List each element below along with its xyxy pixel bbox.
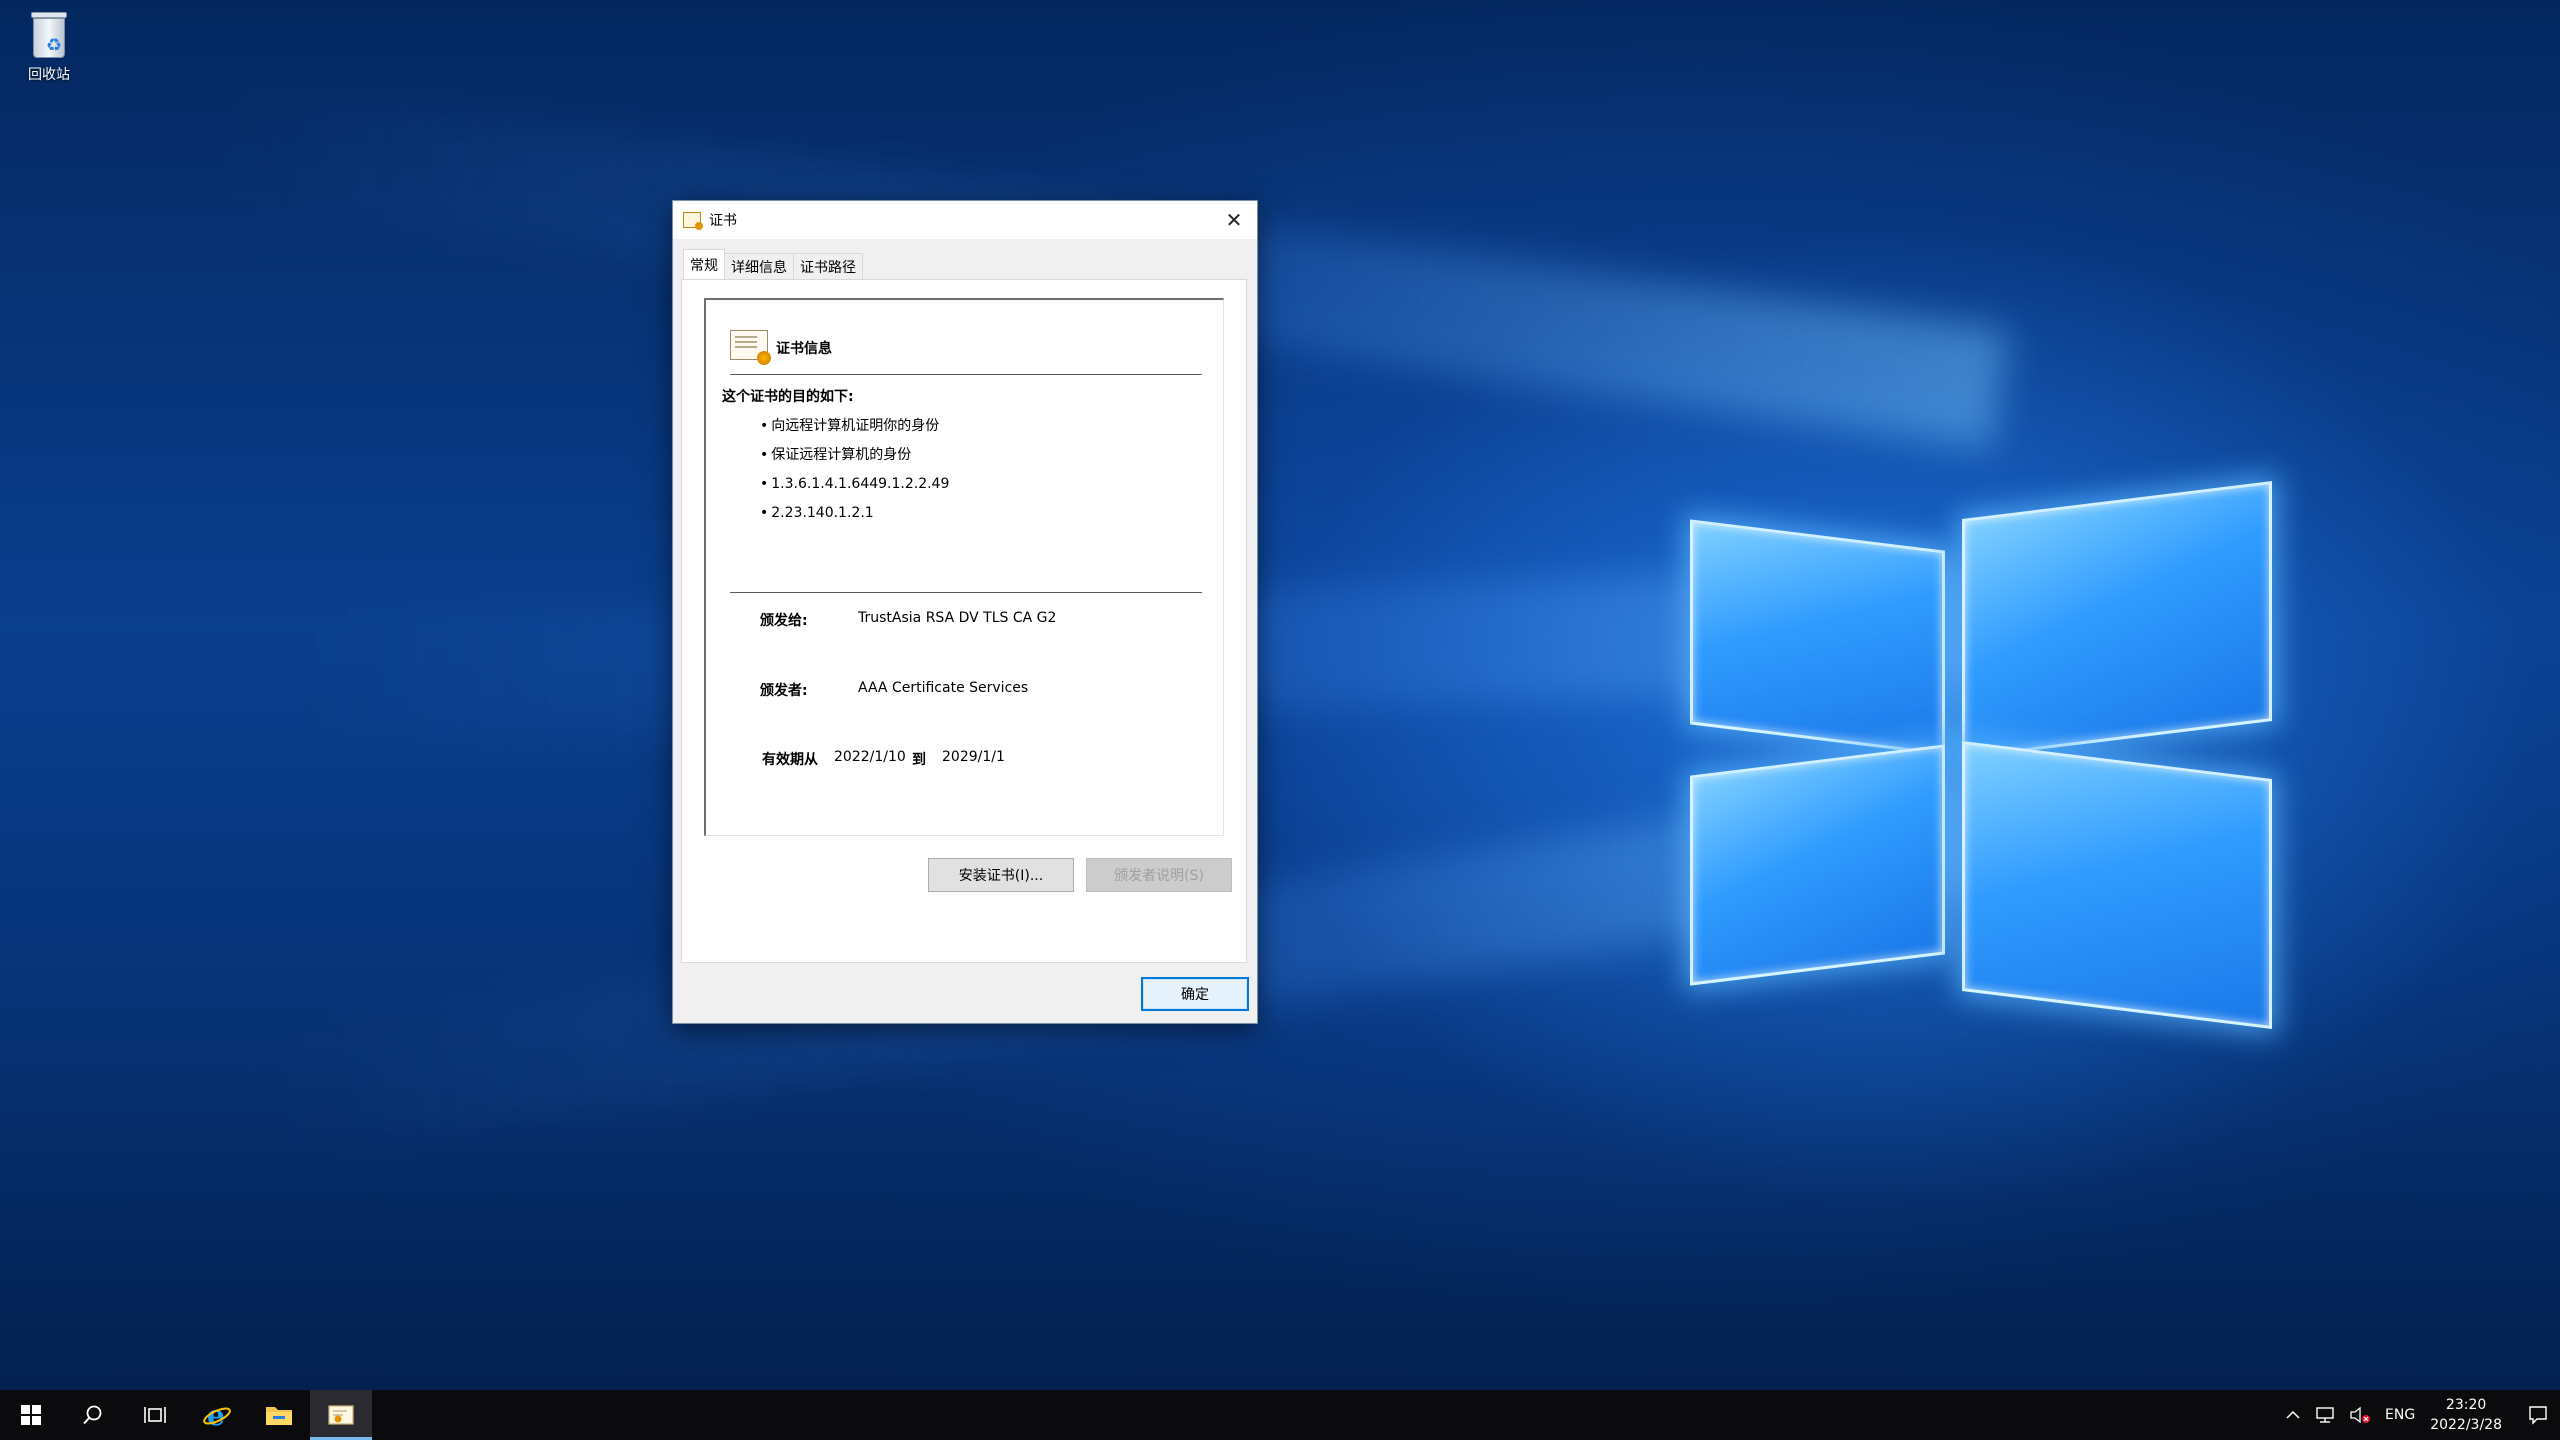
chevron-up-icon bbox=[2286, 1410, 2300, 1419]
ie-icon: e bbox=[203, 1400, 231, 1430]
purpose-item: 2.23.140.1.2.1 bbox=[760, 503, 949, 532]
folder-icon bbox=[266, 1407, 292, 1425]
network-button[interactable] bbox=[2315, 1406, 2335, 1424]
install-certificate-button[interactable]: 安装证书(I)... bbox=[928, 858, 1074, 892]
internet-explorer-button[interactable]: e bbox=[186, 1390, 248, 1440]
search-icon bbox=[83, 1405, 102, 1425]
dialog-title: 证书 bbox=[709, 213, 737, 229]
recycle-bin-icon: ♻ bbox=[27, 10, 71, 60]
clock-date: 2022/3/28 bbox=[2430, 1417, 2502, 1433]
valid-to-value: 2029/1/1 bbox=[942, 749, 1005, 765]
issued-by-value: AAA Certificate Services bbox=[858, 680, 1029, 696]
purpose-list: 向远程计算机证明你的身份 保证远程计算机的身份 1.3.6.1.4.1.6449… bbox=[760, 416, 949, 532]
issued-by-label: 颁发者: bbox=[760, 683, 808, 699]
certificate-taskbar-button[interactable] bbox=[310, 1390, 372, 1440]
tab-details[interactable]: 详细信息 bbox=[724, 253, 794, 279]
tab-general[interactable]: 常规 bbox=[683, 249, 725, 279]
windows-logo-icon bbox=[21, 1405, 41, 1425]
certificate-icon bbox=[328, 1405, 354, 1425]
tab-panel-general: 证书信息 这个证书的目的如下: 向远程计算机证明你的身份 保证远程计算机的身份 … bbox=[681, 279, 1247, 963]
taskbar: e ENG 23:20 2022/3/28 bbox=[0, 1390, 2560, 1440]
tab-certification-path[interactable]: 证书路径 bbox=[793, 253, 863, 279]
purpose-item: 向远程计算机证明你的身份 bbox=[760, 416, 949, 445]
input-language-button[interactable]: ENG bbox=[2385, 1407, 2415, 1423]
volume-muted-icon bbox=[2350, 1406, 2371, 1424]
show-hidden-icons-button[interactable] bbox=[2285, 1410, 2301, 1420]
action-center-button[interactable] bbox=[2516, 1390, 2560, 1440]
ok-button[interactable]: 确定 bbox=[1141, 977, 1249, 1011]
certificate-info-box: 证书信息 这个证书的目的如下: 向远程计算机证明你的身份 保证远程计算机的身份 … bbox=[704, 298, 1224, 836]
task-view-icon bbox=[144, 1407, 166, 1423]
close-button[interactable]: ✕ bbox=[1211, 201, 1257, 239]
divider bbox=[730, 374, 1202, 375]
purpose-item: 保证远程计算机的身份 bbox=[760, 445, 949, 474]
validity-label: 有效期从 bbox=[762, 752, 818, 768]
purpose-item: 1.3.6.1.4.1.6449.1.2.2.49 bbox=[760, 474, 949, 503]
windows-logo-light bbox=[1670, 455, 2290, 1055]
purpose-title: 这个证书的目的如下: bbox=[722, 389, 854, 405]
tab-bar: 常规 详细信息 证书路径 bbox=[683, 249, 863, 279]
task-view-button[interactable] bbox=[124, 1390, 186, 1440]
issued-to-value: TrustAsia RSA DV TLS CA G2 bbox=[858, 610, 1057, 626]
desktop-icon-label: 回收站 bbox=[28, 67, 70, 83]
divider bbox=[730, 592, 1202, 593]
validity-to-word: 到 bbox=[912, 752, 926, 768]
file-explorer-button[interactable] bbox=[248, 1390, 310, 1440]
desktop-icon-recycle-bin[interactable]: ♻ 回收站 bbox=[12, 6, 86, 92]
start-button[interactable] bbox=[0, 1390, 62, 1440]
certificate-info-icon bbox=[730, 330, 771, 365]
close-icon: ✕ bbox=[1225, 208, 1243, 232]
search-button[interactable] bbox=[62, 1390, 124, 1440]
issuer-statement-button[interactable]: 颁发者说明(S) bbox=[1086, 858, 1232, 892]
clock[interactable]: 23:20 2022/3/28 bbox=[2430, 1395, 2502, 1435]
system-tray: ENG 23:20 2022/3/28 bbox=[2278, 1390, 2560, 1440]
certificate-dialog: 证书 ✕ 常规 详细信息 证书路径 证书信息 这个证书的目的如下: 向远程计算机… bbox=[672, 200, 1258, 1024]
valid-from-value: 2022/1/10 bbox=[834, 749, 906, 765]
notification-icon bbox=[2529, 1406, 2547, 1425]
desktop-wallpaper bbox=[0, 0, 2560, 1390]
info-header: 证书信息 bbox=[776, 341, 832, 357]
network-icon bbox=[2316, 1407, 2334, 1423]
certificate-icon bbox=[683, 212, 703, 230]
clock-time: 23:20 bbox=[2445, 1397, 2487, 1413]
dialog-titlebar[interactable]: 证书 ✕ bbox=[673, 201, 1257, 239]
issued-to-label: 颁发给: bbox=[760, 613, 808, 629]
volume-button[interactable] bbox=[2349, 1406, 2371, 1424]
